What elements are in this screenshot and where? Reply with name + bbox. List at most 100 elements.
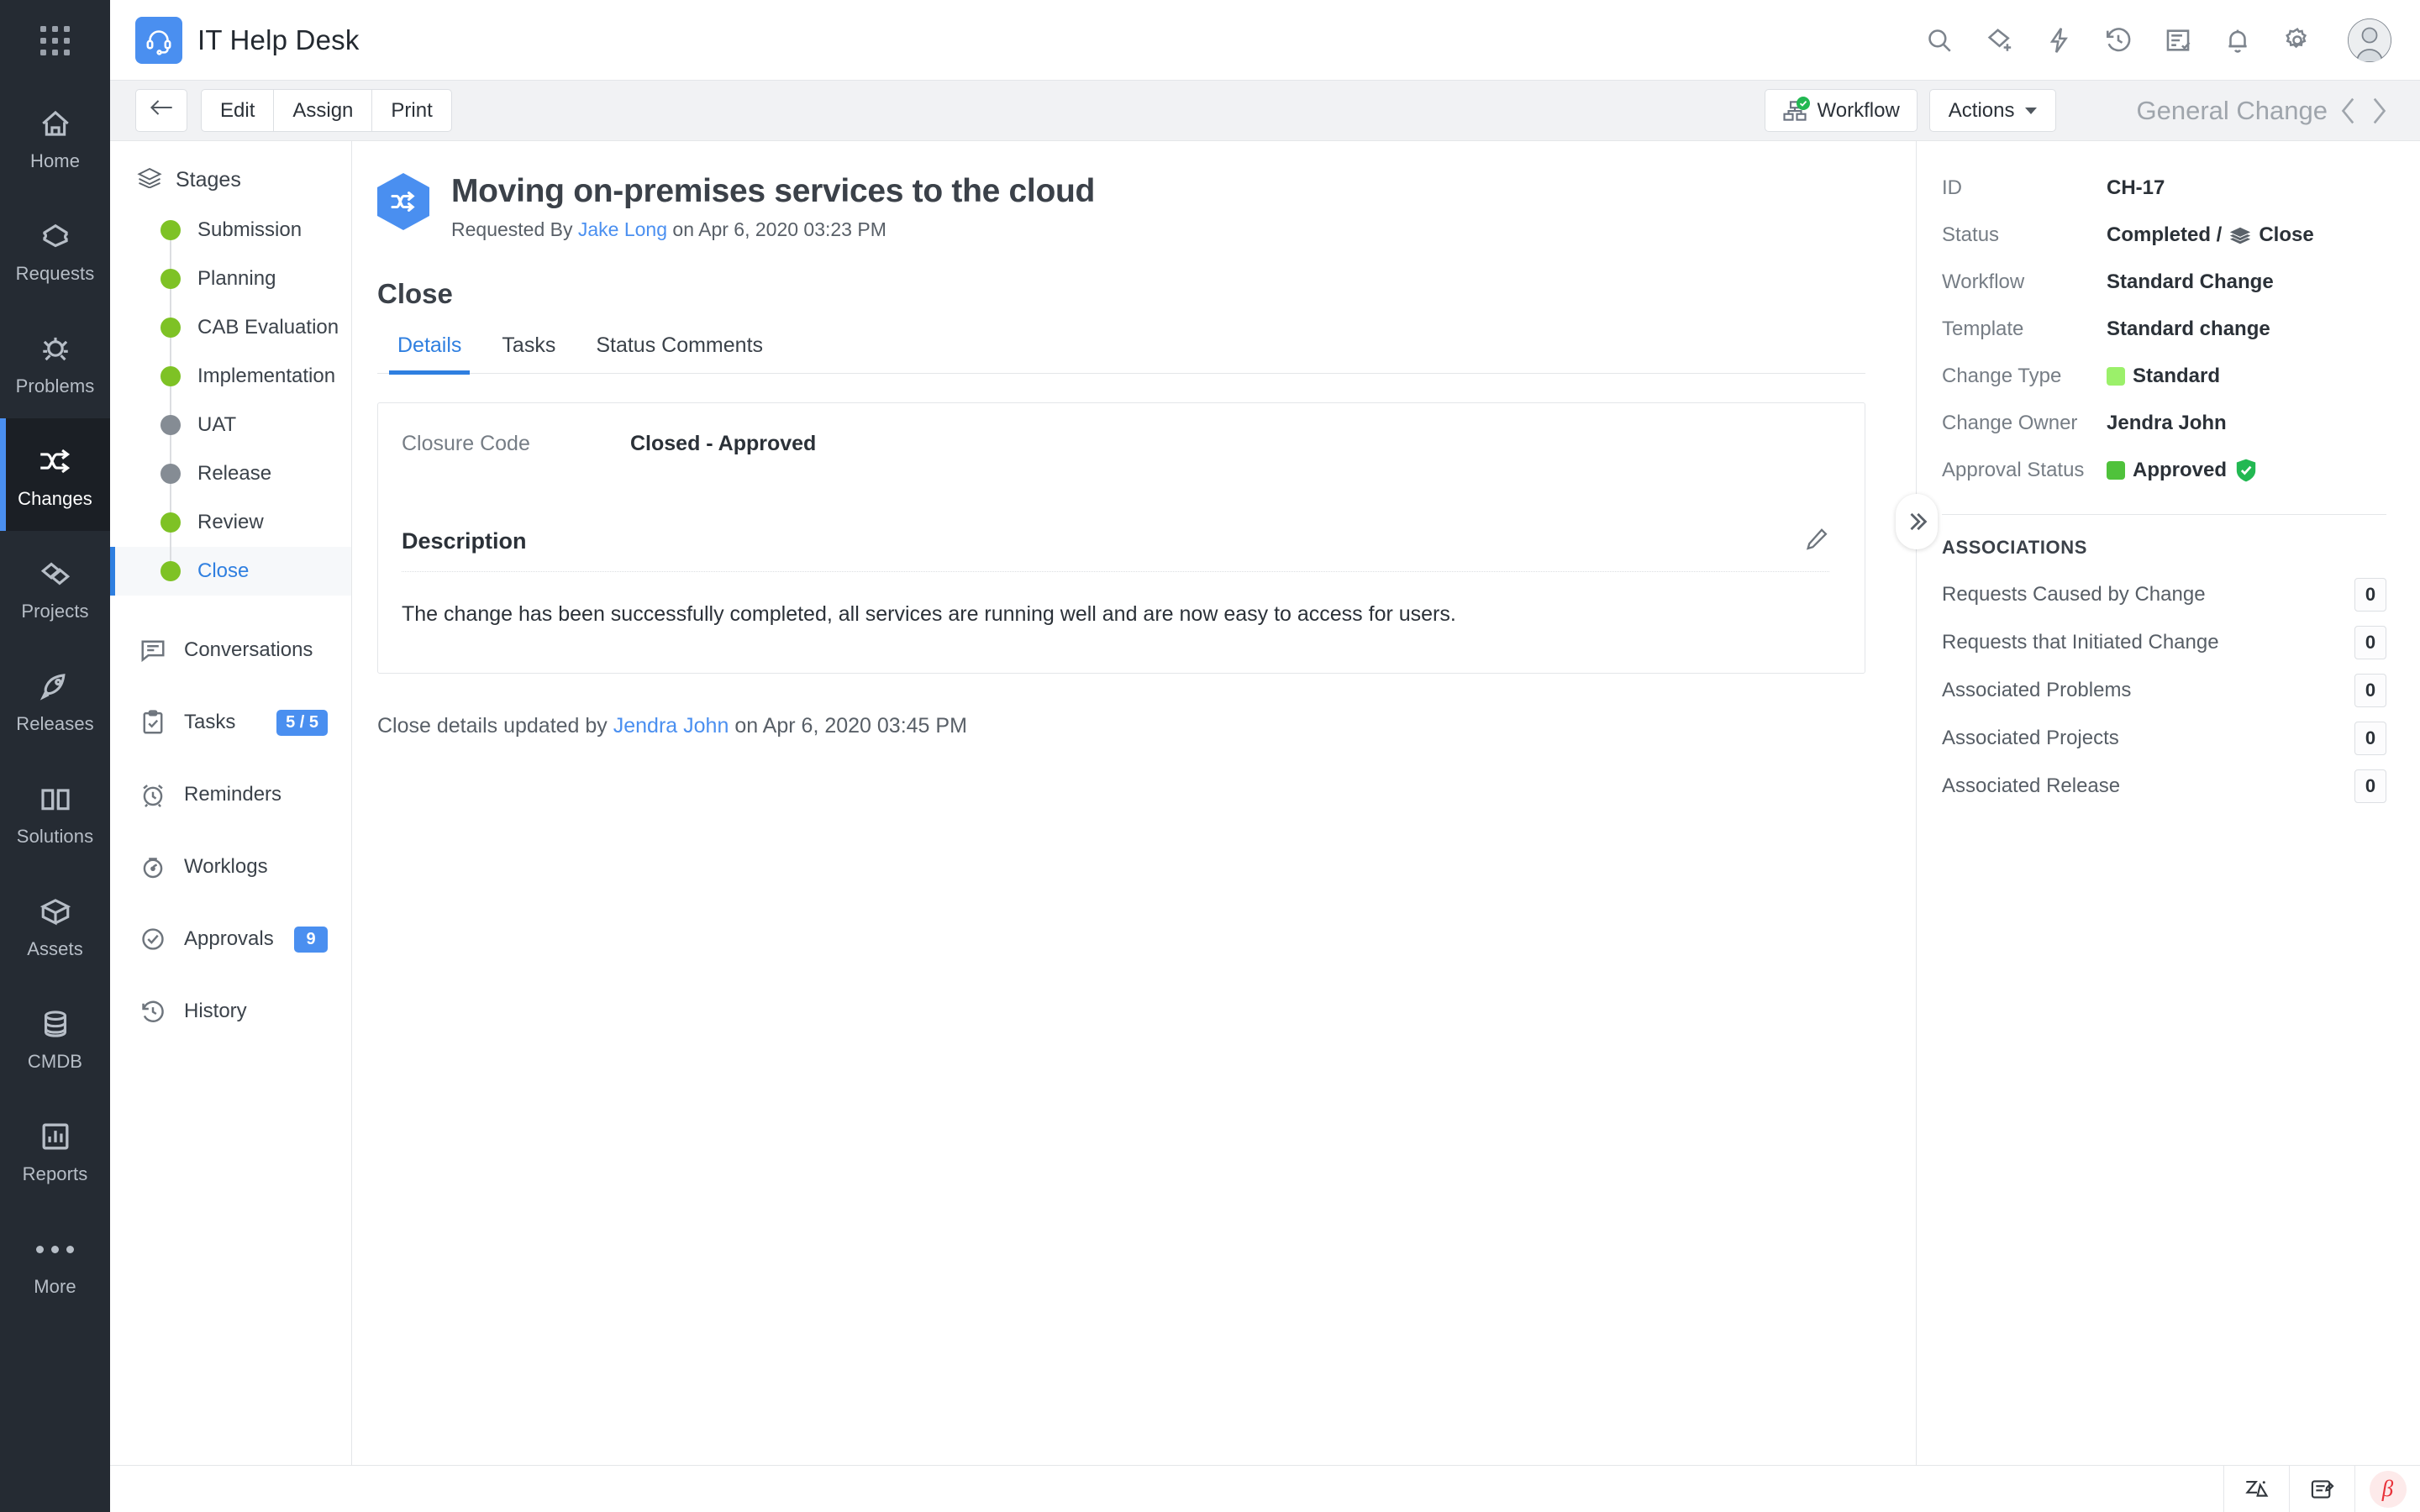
sidebar-label: Home	[29, 150, 81, 171]
stage-planning[interactable]: Planning	[110, 255, 351, 303]
tab-tasks[interactable]: Tasks	[481, 333, 576, 373]
sidebar-label: CMDB	[27, 1051, 83, 1072]
property-value: Approved	[2107, 458, 2258, 483]
sidebar-item-projects[interactable]: Projects	[0, 531, 110, 643]
actions-menu-button[interactable]: Actions	[1928, 89, 2056, 132]
history-icon[interactable]	[2102, 24, 2134, 56]
sidebar-label: Solutions	[16, 826, 94, 847]
assoc-release[interactable]: Associated Release 0	[1942, 762, 2386, 810]
zia-icon[interactable]	[2223, 1465, 2289, 1512]
sidebar-item-requests[interactable]: Requests	[0, 193, 110, 306]
assign-button[interactable]: Assign	[273, 89, 373, 132]
stage-status-dot	[160, 512, 181, 533]
closure-code-row: Closure Code Closed - Approved	[402, 432, 1829, 456]
stages-heading: Stages	[110, 158, 351, 202]
pencil-icon[interactable]	[1804, 527, 1829, 556]
cube-icon	[39, 890, 72, 933]
stage-implementation[interactable]: Implementation	[110, 352, 351, 401]
sidebar-item-cmdb[interactable]: CMDB	[0, 981, 110, 1094]
side-item-tasks[interactable]: Tasks 5 / 5	[110, 686, 351, 759]
page-title: Moving on-premises services to the cloud	[451, 173, 1096, 209]
stage-status-dot	[160, 366, 181, 386]
app-switcher-button[interactable]	[0, 0, 110, 81]
stage-release[interactable]: Release	[110, 449, 351, 498]
assoc-count: 0	[2354, 577, 2386, 612]
bell-icon[interactable]	[2222, 24, 2254, 56]
status-primary: Completed /	[2107, 223, 2223, 246]
add-ticket-icon[interactable]	[1983, 24, 2015, 56]
side-item-history[interactable]: History	[110, 975, 351, 1047]
content-tabs: Details Tasks Status Comments	[377, 333, 1865, 375]
sidebar-item-changes[interactable]: Changes	[0, 418, 110, 531]
assoc-requests-initiated[interactable]: Requests that Initiated Change 0	[1942, 618, 2386, 666]
sidebar-item-home[interactable]: Home	[0, 81, 110, 193]
status-stage: Close	[2259, 223, 2314, 246]
task-list-icon[interactable]	[2162, 24, 2194, 56]
approval-swatch	[2107, 461, 2125, 480]
gear-icon[interactable]	[2281, 24, 2313, 56]
beta-badge[interactable]: β	[2354, 1465, 2420, 1512]
side-item-reminders[interactable]: Reminders	[110, 759, 351, 831]
stage-uat[interactable]: UAT	[110, 401, 351, 449]
edit-button[interactable]: Edit	[201, 89, 275, 132]
assoc-requests-caused[interactable]: Requests Caused by Change 0	[1942, 570, 2386, 618]
stage-label: Planning	[197, 267, 276, 290]
record-type-nav: General Change	[2137, 96, 2389, 126]
chevron-double-right-icon[interactable]	[1896, 494, 1938, 549]
stage-cab-evaluation[interactable]: CAB Evaluation	[110, 303, 351, 352]
book-icon	[39, 777, 72, 821]
stage-label: Submission	[197, 218, 302, 241]
avatar[interactable]	[2348, 18, 2391, 62]
property-change-owner: Change Owner Jendra John	[1942, 400, 2386, 447]
assoc-label: Associated Projects	[1942, 726, 2119, 749]
app-title: IT Help Desk	[197, 24, 360, 55]
side-item-conversations[interactable]: Conversations	[110, 614, 351, 686]
sidebar-item-more[interactable]: More	[0, 1206, 110, 1319]
property-label: Change Owner	[1942, 412, 2078, 434]
change-hex-icon	[377, 173, 429, 230]
property-value: Standard change	[2107, 318, 2270, 340]
lightning-icon[interactable]	[2043, 24, 2075, 56]
stage-submission[interactable]: Submission	[110, 206, 351, 255]
side-item-label: Tasks	[184, 711, 236, 733]
stage-review[interactable]: Review	[110, 498, 351, 547]
workflow-button[interactable]: Workflow	[1764, 89, 1918, 132]
shield-check-icon	[2234, 458, 2258, 483]
assoc-label: Associated Release	[1942, 774, 2121, 797]
side-item-approvals[interactable]: Approvals 9	[110, 903, 351, 975]
print-button[interactable]: Print	[371, 89, 452, 132]
notes-edit-icon[interactable]	[2289, 1465, 2354, 1512]
tab-status-comments[interactable]: Status Comments	[576, 333, 783, 373]
home-icon	[39, 102, 72, 145]
property-status: Status Completed / Close	[1942, 212, 2386, 259]
stage-status-dot	[160, 464, 181, 484]
actions-label: Actions	[1948, 98, 2015, 122]
section-title: Close	[377, 278, 453, 309]
sidebar-item-reports[interactable]: Reports	[0, 1094, 110, 1206]
footnote-user-link[interactable]: Jendra John	[613, 714, 729, 738]
chevron-down-icon	[2024, 107, 2037, 114]
requester-link[interactable]: Jake Long	[578, 218, 667, 240]
brand[interactable]: IT Help Desk	[135, 16, 360, 64]
side-item-label: History	[184, 1000, 247, 1022]
sidebar-item-releases[interactable]: Releases	[0, 643, 110, 756]
tab-details[interactable]: Details	[377, 333, 481, 375]
assoc-label: Associated Problems	[1942, 678, 2132, 701]
sidebar-item-problems[interactable]: Problems	[0, 306, 110, 418]
search-icon[interactable]	[1923, 24, 1955, 56]
details-card: Closure Code Closed - Approved Descripti…	[377, 402, 1865, 675]
assoc-projects[interactable]: Associated Projects 0	[1942, 714, 2386, 762]
chevron-left-icon[interactable]	[2339, 97, 2358, 125]
back-button[interactable]	[135, 89, 187, 132]
assoc-problems[interactable]: Associated Problems 0	[1942, 666, 2386, 714]
assoc-label: Requests Caused by Change	[1942, 582, 2206, 606]
stages-title: Stages	[176, 168, 241, 192]
stage-close[interactable]: Close	[110, 547, 351, 596]
sidebar-item-assets[interactable]: Assets	[0, 869, 110, 981]
property-value: Jendra John	[2107, 412, 2227, 434]
chevron-right-icon[interactable]	[2370, 97, 2388, 125]
sidebar-item-solutions[interactable]: Solutions	[0, 756, 110, 869]
side-item-worklogs[interactable]: Worklogs	[110, 831, 351, 903]
side-item-label: Approvals	[184, 927, 274, 950]
bar-chart-icon	[39, 1115, 71, 1158]
